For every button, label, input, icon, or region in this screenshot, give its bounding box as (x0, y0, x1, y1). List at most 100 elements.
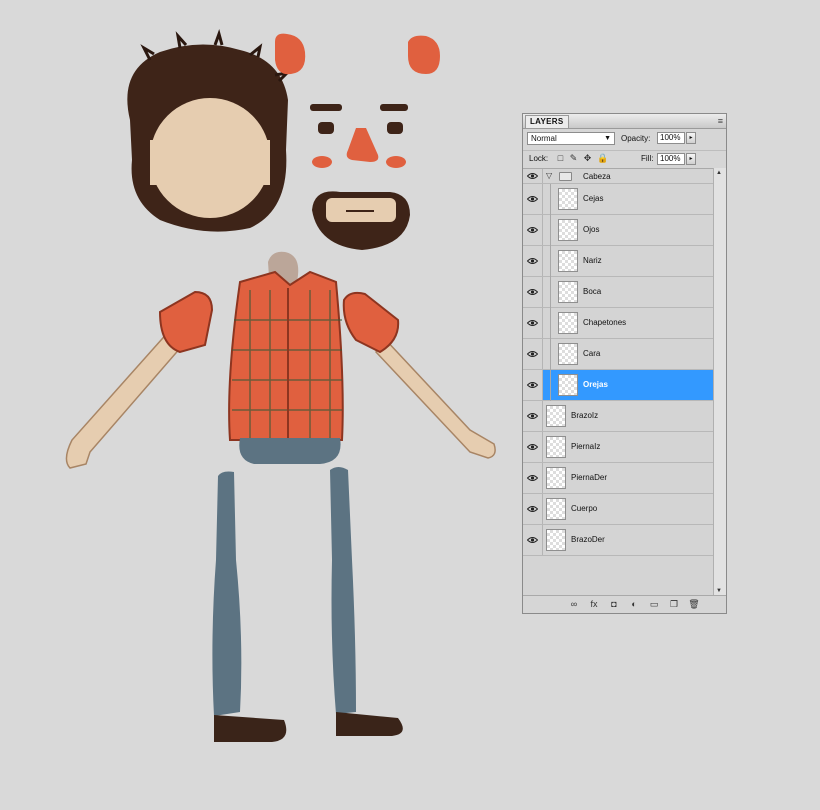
visibility-toggle[interactable] (523, 308, 543, 338)
opacity-label: Opacity: (621, 134, 651, 143)
layer-name: Cejas (583, 194, 604, 203)
fill-field[interactable]: 100% (657, 153, 685, 165)
eye-icon (527, 382, 538, 388)
layer-name: PiernaIz (571, 442, 601, 451)
layer-thumbnail (558, 219, 578, 241)
layer-row-nariz[interactable]: Nariz (523, 246, 714, 277)
layer-thumbnail (546, 498, 566, 520)
group-indent-line (550, 370, 551, 401)
lock-transparency-icon[interactable]: □ (556, 154, 565, 163)
eye-icon (527, 196, 538, 202)
new-group-icon[interactable]: ▭ (647, 599, 661, 609)
lock-pixels-icon[interactable]: ✎ (569, 154, 578, 163)
scroll-down-icon[interactable]: ▼ (716, 588, 722, 594)
lock-fill-row: Lock: □ ✎ ✥ 🔒 Fill: 100% ▸ (523, 150, 726, 167)
eye-icon (527, 320, 538, 326)
group-indent-line (550, 277, 551, 308)
layer-thumbnail (546, 436, 566, 458)
scroll-up-icon[interactable]: ▲ (716, 170, 722, 176)
layer-row-ojos[interactable]: Ojos (523, 215, 714, 246)
visibility-toggle[interactable] (523, 525, 543, 555)
group-indent-line (550, 246, 551, 277)
layer-row-brazoiz[interactable]: BrazoIz (523, 401, 714, 432)
right-arm-piece (342, 291, 496, 459)
layer-row-boca[interactable]: Boca (523, 277, 714, 308)
layer-thumbnail (558, 188, 578, 210)
link-icon[interactable]: ∞ (567, 599, 581, 609)
panel-titlebar: LAYERS ≡ (523, 114, 726, 129)
group-indent-line (550, 184, 551, 215)
left-cheek-piece (312, 156, 332, 168)
beard-piece (312, 191, 410, 250)
blend-mode-select[interactable]: Normal ▼ (527, 132, 615, 145)
right-brow-piece (380, 104, 408, 111)
visibility-toggle[interactable] (523, 401, 543, 431)
layer-list: ▽ Cabeza Cejas Ojos Nariz Boca Chapetones Car… (523, 168, 714, 597)
layer-group-cabeza[interactable]: ▽ Cabeza (523, 169, 714, 184)
layer-row-piernaiz[interactable]: PiernaIz (523, 432, 714, 463)
new-layer-icon[interactable]: ❐ (667, 599, 681, 609)
visibility-toggle[interactable] (523, 494, 543, 524)
visibility-toggle[interactable] (523, 339, 543, 369)
mask-icon[interactable]: ◘ (607, 599, 621, 609)
visibility-toggle[interactable] (523, 246, 543, 276)
opacity-field[interactable]: 100% (657, 132, 685, 144)
visibility-toggle[interactable] (523, 215, 543, 245)
layer-name: Ojos (583, 225, 600, 234)
group-indent-line (550, 308, 551, 339)
layer-row-orejas[interactable]: Orejas (523, 370, 714, 401)
visibility-toggle[interactable] (523, 169, 543, 183)
layer-row-piernader[interactable]: PiernaDer (523, 463, 714, 494)
trash-icon[interactable]: 🗑 (687, 599, 701, 609)
layer-thumbnail (558, 374, 578, 396)
layer-row-chapetones[interactable]: Chapetones (523, 308, 714, 339)
opacity-slider-button[interactable]: ▸ (686, 132, 696, 144)
hips-piece (239, 438, 341, 464)
left-ear-piece (275, 33, 306, 75)
left-brow-piece (310, 104, 342, 111)
eye-icon (527, 289, 538, 295)
lock-label: Lock: (529, 154, 549, 163)
right-cheek-piece (386, 156, 406, 168)
adjustment-icon[interactable]: ◐ (627, 599, 641, 609)
layer-name: Cuerpo (571, 504, 598, 513)
eye-icon (527, 227, 538, 233)
layer-thumbnail (546, 467, 566, 489)
group-indent-line (550, 215, 551, 246)
eye-icon (527, 351, 538, 357)
visibility-toggle[interactable] (523, 370, 543, 400)
layer-name: BrazoIz (571, 411, 599, 420)
visibility-toggle[interactable] (523, 432, 543, 462)
layer-row-cuerpo[interactable]: Cuerpo (523, 494, 714, 525)
layer-list-scrollbar[interactable]: ▲ ▼ (713, 168, 726, 596)
lock-all-icon[interactable]: 🔒 (597, 154, 608, 163)
eye-icon (527, 444, 538, 450)
visibility-toggle[interactable] (523, 277, 543, 307)
layer-name: Boca (583, 287, 602, 296)
layer-row-cara[interactable]: Cara (523, 339, 714, 370)
layer-name: BrazoDer (571, 535, 605, 544)
layer-row-cejas[interactable]: Cejas (523, 184, 714, 215)
eye-icon (527, 475, 538, 481)
right-leg-piece (330, 467, 403, 736)
blend-opacity-row: Normal ▼ Opacity: 100% ▸ (523, 130, 726, 148)
folder-icon (559, 172, 572, 181)
layer-name: Nariz (583, 256, 602, 265)
visibility-toggle[interactable] (523, 463, 543, 493)
visibility-toggle[interactable] (523, 184, 543, 214)
panel-menu-icon[interactable]: ≡ (718, 115, 723, 127)
expand-triangle-icon[interactable]: ▽ (546, 172, 552, 180)
layer-thumbnail (558, 343, 578, 365)
layer-name: PiernaDer (571, 473, 608, 482)
group-indent-line (550, 339, 551, 370)
layer-thumbnail (546, 529, 566, 551)
canvas-artwork (65, 29, 496, 742)
eye-icon (527, 413, 538, 419)
lock-position-icon[interactable]: ✥ (583, 154, 592, 163)
fx-icon[interactable]: fx (587, 599, 601, 609)
layer-row-brazoder[interactable]: BrazoDer (523, 525, 714, 556)
layer-thumbnail (558, 250, 578, 272)
blend-mode-value: Normal (531, 134, 557, 143)
layers-tab[interactable]: LAYERS (525, 115, 569, 128)
fill-slider-button[interactable]: ▸ (686, 153, 696, 165)
